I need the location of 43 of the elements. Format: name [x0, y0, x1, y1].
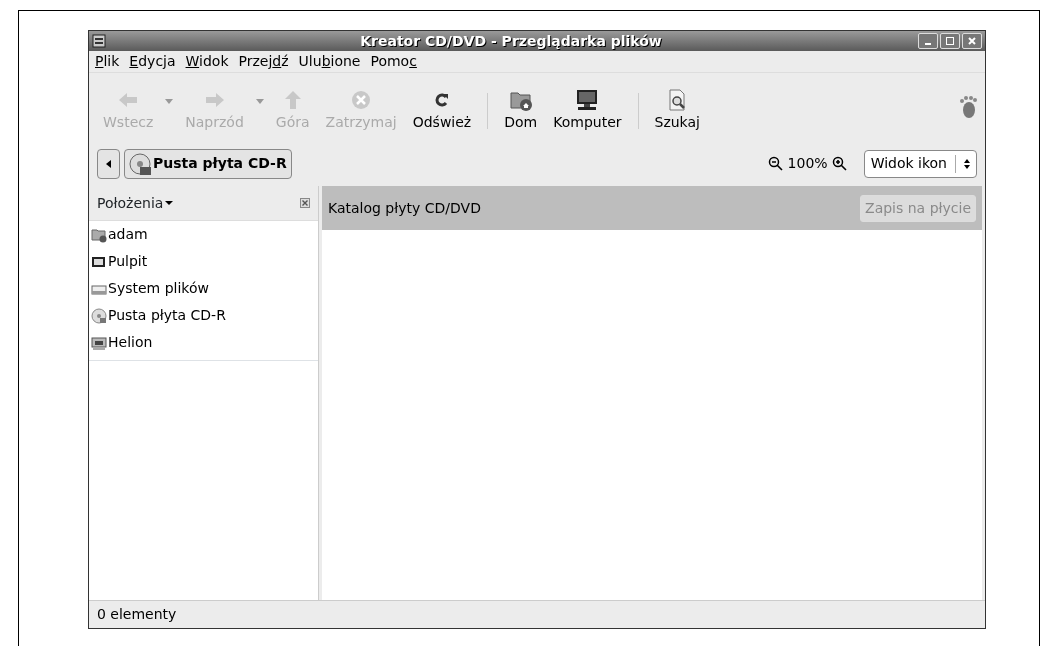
- sidebar-item[interactable]: Pulpit: [89, 248, 318, 275]
- caret-icon: [163, 199, 176, 207]
- menu-item[interactable]: Widok: [185, 51, 229, 72]
- menu-item[interactable]: Pomoc: [370, 51, 417, 72]
- toolbar-button[interactable]: Odśwież: [404, 88, 480, 133]
- close-icon: [966, 35, 978, 47]
- menu-item[interactable]: Edycja: [129, 51, 176, 72]
- caret-icon: [165, 98, 174, 104]
- up-down-arrows-icon: [964, 158, 970, 169]
- minimize-button[interactable]: [918, 33, 938, 49]
- zoom-level: 100%: [787, 154, 828, 173]
- view-select[interactable]: Widok ikon: [863, 149, 977, 178]
- zoom-in-button[interactable]: [831, 155, 848, 172]
- sidebar-item[interactable]: Pusta płyta CD-R: [89, 302, 318, 329]
- cd-icon: [129, 152, 151, 175]
- toolbar-button[interactable]: Szukaj: [646, 88, 708, 133]
- minimize-icon: [925, 43, 931, 45]
- maximize-button[interactable]: [940, 33, 960, 49]
- menu-item[interactable]: Plik: [95, 51, 120, 72]
- close-button[interactable]: [962, 33, 982, 49]
- toolbar-button[interactable]: Komputer: [545, 88, 630, 133]
- computer-icon: [575, 88, 600, 112]
- network-folder-icon: [91, 334, 107, 351]
- status-text: 0 elementy: [97, 605, 177, 624]
- zoom-out-button[interactable]: [767, 155, 784, 172]
- path-back-button[interactable]: [97, 148, 120, 179]
- sidebar-item[interactable]: adam: [89, 221, 318, 248]
- menu-item[interactable]: Przejdź: [238, 51, 289, 72]
- menu-item[interactable]: Ulubione: [298, 51, 361, 72]
- close-icon[interactable]: [300, 198, 310, 208]
- left-arrow-icon: [106, 159, 111, 168]
- footprint-logo-icon: [957, 95, 979, 119]
- home-folder-icon: [91, 226, 107, 243]
- cd-icon: [91, 307, 107, 324]
- window-menu-icon: [92, 34, 106, 48]
- path-button[interactable]: Pusta płyta CD-R: [124, 148, 292, 179]
- window-title: Kreator CD/DVD - Przeglądarka plików: [359, 31, 663, 51]
- maximize-icon: [944, 35, 956, 47]
- toolbar-button[interactable]: Dom: [496, 88, 546, 133]
- sidebar-item[interactable]: Helion: [89, 329, 318, 356]
- caret-icon: [255, 98, 264, 104]
- sidebar-item[interactable]: System plików: [89, 275, 318, 302]
- header-title: Katalog płyty CD/DVD: [328, 198, 481, 218]
